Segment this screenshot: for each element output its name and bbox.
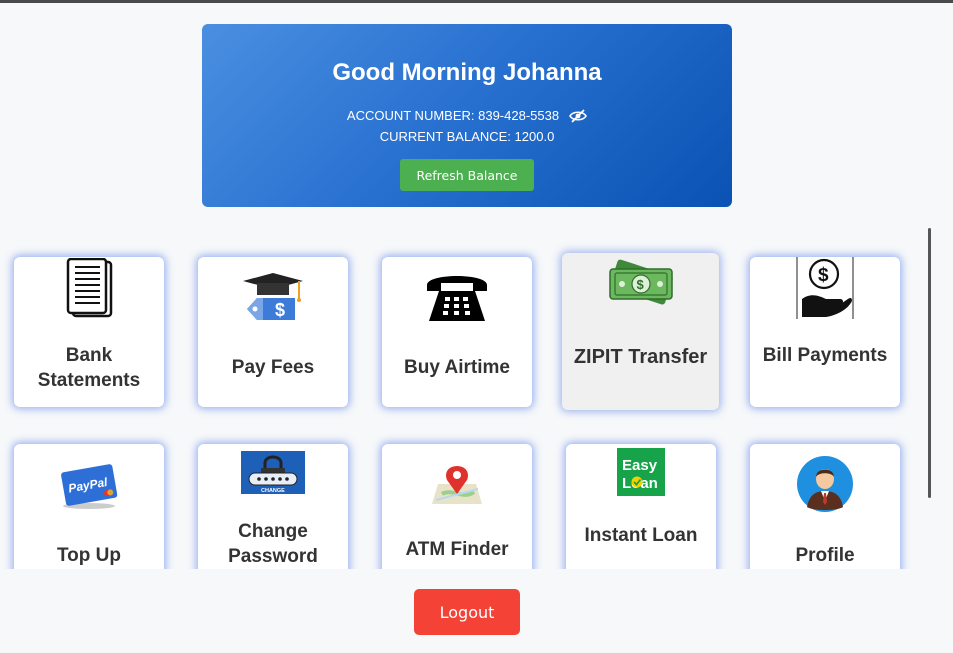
svg-text:$: $ (636, 277, 644, 292)
hand-dollar-icon: $ (796, 257, 854, 319)
tile-label: ZIPIT Transfer (573, 346, 708, 368)
account-summary-card: Good Morning Johanna ACCOUNT NUMBER: 839… (202, 24, 732, 207)
tile-change-password[interactable]: CHANGE Change Password (198, 444, 348, 569)
tile-label: Profile (795, 545, 855, 566)
refresh-balance-button[interactable]: Refresh Balance (400, 159, 534, 191)
tile-bank-statements[interactable]: Bank Statements (14, 257, 164, 407)
notepad-icon (65, 257, 113, 318)
tile-label: Top Up (56, 545, 121, 566)
user-avatar-icon (796, 455, 854, 513)
services-grid[interactable]: Bank Statements $ Pay Fees Buy Airtime $… (0, 228, 930, 569)
map-pin-icon (430, 464, 484, 506)
tile-zipit-transfer[interactable]: $ ZIPIT Transfer (562, 253, 719, 410)
tile-label: Change Password (228, 521, 318, 567)
tile-instant-loan[interactable]: Easy Loan Instant Loan (566, 444, 716, 569)
tile-label: Instant Loan (584, 525, 698, 546)
tile-profile[interactable]: Profile (750, 444, 900, 569)
paypal-card-icon: PayPal (59, 462, 119, 510)
logout-button[interactable]: Logout (414, 589, 520, 635)
tile-bill-payments[interactable]: $ Bill Payments (750, 257, 900, 407)
money-icon: $ (608, 255, 674, 311)
tile-atm-finder[interactable]: ATM Finder (382, 444, 532, 569)
tile-buy-airtime[interactable]: Buy Airtime (382, 257, 532, 407)
tile-label: ATM Finder (405, 539, 509, 560)
tile-label: Pay Fees (231, 357, 315, 378)
account-number: ACCOUNT NUMBER: 839-428-5538 (346, 108, 560, 123)
tile-label: Bill Payments (762, 345, 888, 366)
top-bar (0, 0, 953, 3)
svg-text:$: $ (818, 265, 829, 286)
current-balance: CURRENT BALANCE: 1200.0 (379, 129, 555, 144)
tile-label: Bank Statements (37, 345, 141, 391)
tile-pay-fees[interactable]: $ Pay Fees (198, 257, 348, 407)
svg-text:Easy: Easy (622, 457, 658, 474)
greeting-title: Good Morning Johanna (332, 59, 602, 86)
eye-slash-icon[interactable] (569, 108, 588, 123)
account-number-row: ACCOUNT NUMBER: 839-428-5538 (202, 108, 732, 123)
easy-loan-icon: Easy Loan (617, 448, 665, 496)
graduation-fee-icon: $ (241, 271, 305, 323)
svg-text:$: $ (275, 300, 285, 320)
telephone-icon (423, 269, 491, 325)
tile-top-up[interactable]: PayPal Top Up (14, 444, 164, 569)
scrollbar[interactable] (928, 228, 931, 498)
tile-label: Buy Airtime (404, 357, 510, 378)
password-lock-icon: CHANGE (241, 451, 305, 494)
svg-text:CHANGE: CHANGE (261, 488, 285, 494)
